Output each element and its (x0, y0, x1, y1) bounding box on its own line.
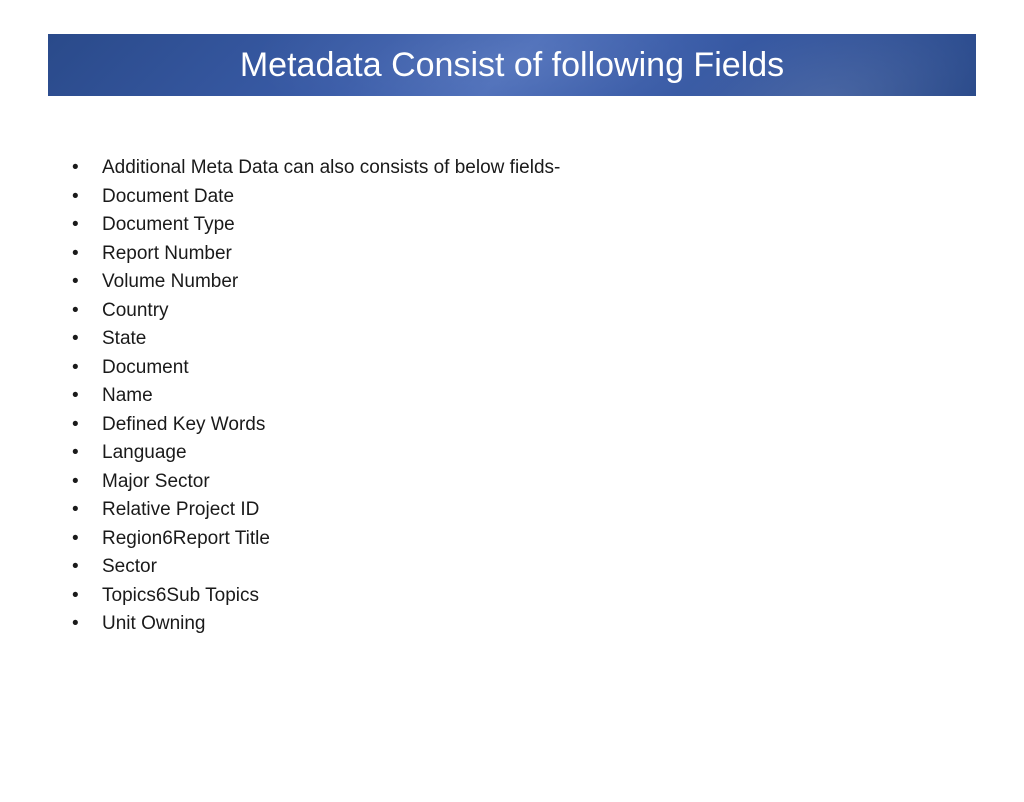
list-item: Relative Project ID (64, 496, 1024, 525)
list-item: State (64, 325, 1024, 354)
slide-content: Additional Meta Data can also consists o… (64, 154, 1024, 639)
list-item: Document Type (64, 211, 1024, 240)
list-item: Sector (64, 553, 1024, 582)
list-item: Volume Number (64, 268, 1024, 297)
list-item: Language (64, 439, 1024, 468)
list-item: Document Date (64, 183, 1024, 212)
list-item: Country (64, 297, 1024, 326)
slide-title-bar: Metadata Consist of following Fields (48, 34, 976, 96)
slide-title: Metadata Consist of following Fields (240, 46, 784, 85)
list-item: Document (64, 354, 1024, 383)
list-item: Name (64, 382, 1024, 411)
list-item: Unit Owning (64, 610, 1024, 639)
list-item: Additional Meta Data can also consists o… (64, 154, 1024, 183)
list-item: Region6Report Title (64, 525, 1024, 554)
list-item: Major Sector (64, 468, 1024, 497)
list-item: Defined Key Words (64, 411, 1024, 440)
list-item: Report Number (64, 240, 1024, 269)
bullet-list: Additional Meta Data can also consists o… (64, 154, 1024, 639)
list-item: Topics6Sub Topics (64, 582, 1024, 611)
